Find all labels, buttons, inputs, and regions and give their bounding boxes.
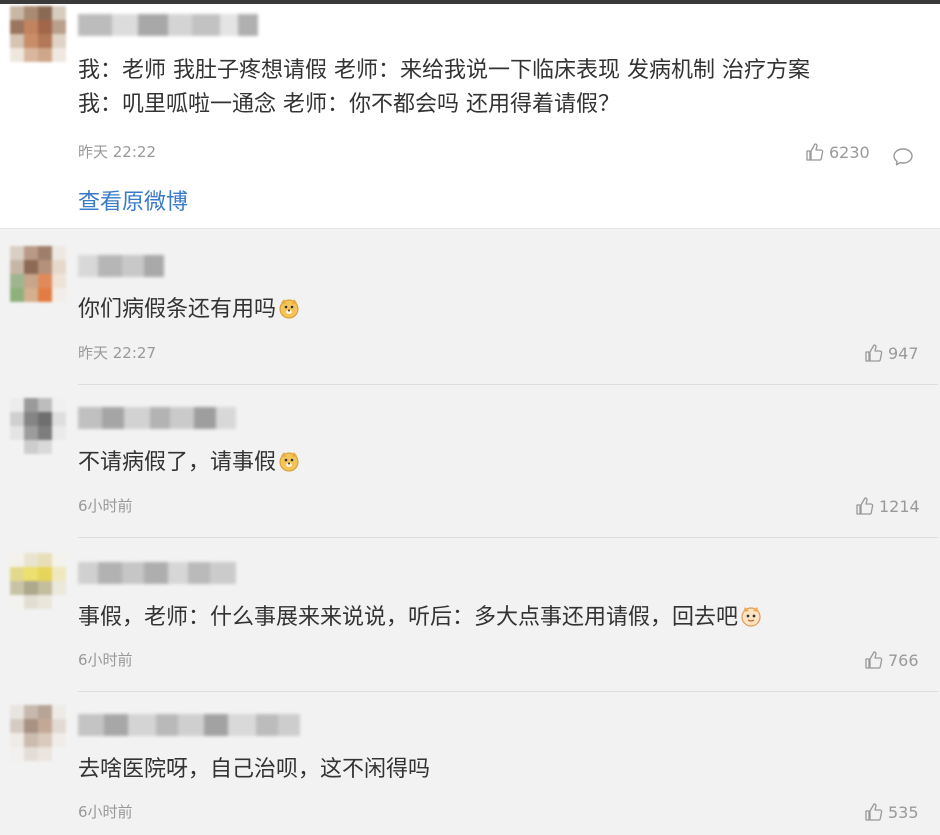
thumbs-up-icon (864, 343, 884, 363)
post-timestamp: 昨天 22:22 (78, 143, 156, 161)
comment-text: 不请病假了，请事假 (78, 446, 300, 480)
like-button[interactable]: 1214 (855, 496, 920, 516)
like-button[interactable]: 535 (864, 802, 919, 822)
username-blurred[interactable] (78, 407, 236, 429)
comment-text-content: 事假，老师：什么事展来来说说，听后：多大点事还用请假，回去吧 (78, 605, 739, 630)
comment-text: 去啥医院呀，自己治呗，这不闲得吗 (78, 753, 430, 787)
comment-timestamp: 昨天 22:27 (78, 344, 156, 362)
doge-emoji-icon (278, 449, 300, 472)
divider (78, 384, 938, 385)
thumbs-up-icon (855, 496, 875, 516)
comment-text-content: 去啥医院呀，自己治呗，这不闲得吗 (78, 757, 431, 782)
username-blurred[interactable] (78, 14, 258, 36)
post-text-line-2: 我：叽里呱啦一通念 老师：你不都会吗 还用得着请假？ (78, 92, 620, 117)
cat-emoji-icon (740, 604, 762, 627)
avatar[interactable] (10, 705, 66, 761)
avatar[interactable] (10, 246, 66, 302)
post-text-line-1: 我：老师 我肚子疼想请假 老师：来给我说一下临床表现 发病机制 治疗方案 (78, 58, 810, 83)
comment-text: 你们病假条还有用吗 (78, 293, 300, 327)
like-button[interactable]: 766 (864, 650, 919, 670)
like-button[interactable]: 947 (864, 343, 919, 363)
username-blurred[interactable] (78, 562, 236, 584)
comment-text: 事假，老师：什么事展来来说说，听后：多大点事还用请假，回去吧 (78, 601, 762, 635)
like-count: 947 (888, 343, 919, 363)
doge-emoji-icon (278, 296, 300, 319)
divider (78, 537, 938, 538)
like-count: 6230 (829, 142, 870, 162)
comment-text-content: 你们病假条还有用吗 (78, 297, 277, 322)
avatar[interactable] (10, 553, 66, 609)
username-blurred[interactable] (78, 255, 164, 277)
like-count: 766 (888, 650, 919, 670)
comment-timestamp: 6小时前 (78, 803, 133, 821)
view-original-weibo-link[interactable]: 查看原微博 (78, 184, 188, 216)
username-blurred[interactable] (78, 714, 300, 736)
like-count: 535 (888, 802, 919, 822)
like-button[interactable]: 6230 (805, 142, 870, 162)
comment-bubble-icon[interactable] (892, 147, 914, 171)
comment-text-content: 不请病假了，请事假 (78, 450, 277, 475)
comment-timestamp: 6小时前 (78, 651, 133, 669)
main-post-card: 我：老师 我肚子疼想请假 老师：来给我说一下临床表现 发病机制 治疗方案 我：叽… (0, 4, 940, 229)
avatar[interactable] (10, 398, 66, 454)
like-count: 1214 (879, 496, 920, 516)
thumbs-up-icon (864, 650, 884, 670)
avatar[interactable] (10, 6, 66, 62)
divider (78, 691, 938, 692)
thumbs-up-icon (805, 142, 825, 162)
thumbs-up-icon (864, 802, 884, 822)
comment-timestamp: 6小时前 (78, 497, 133, 515)
